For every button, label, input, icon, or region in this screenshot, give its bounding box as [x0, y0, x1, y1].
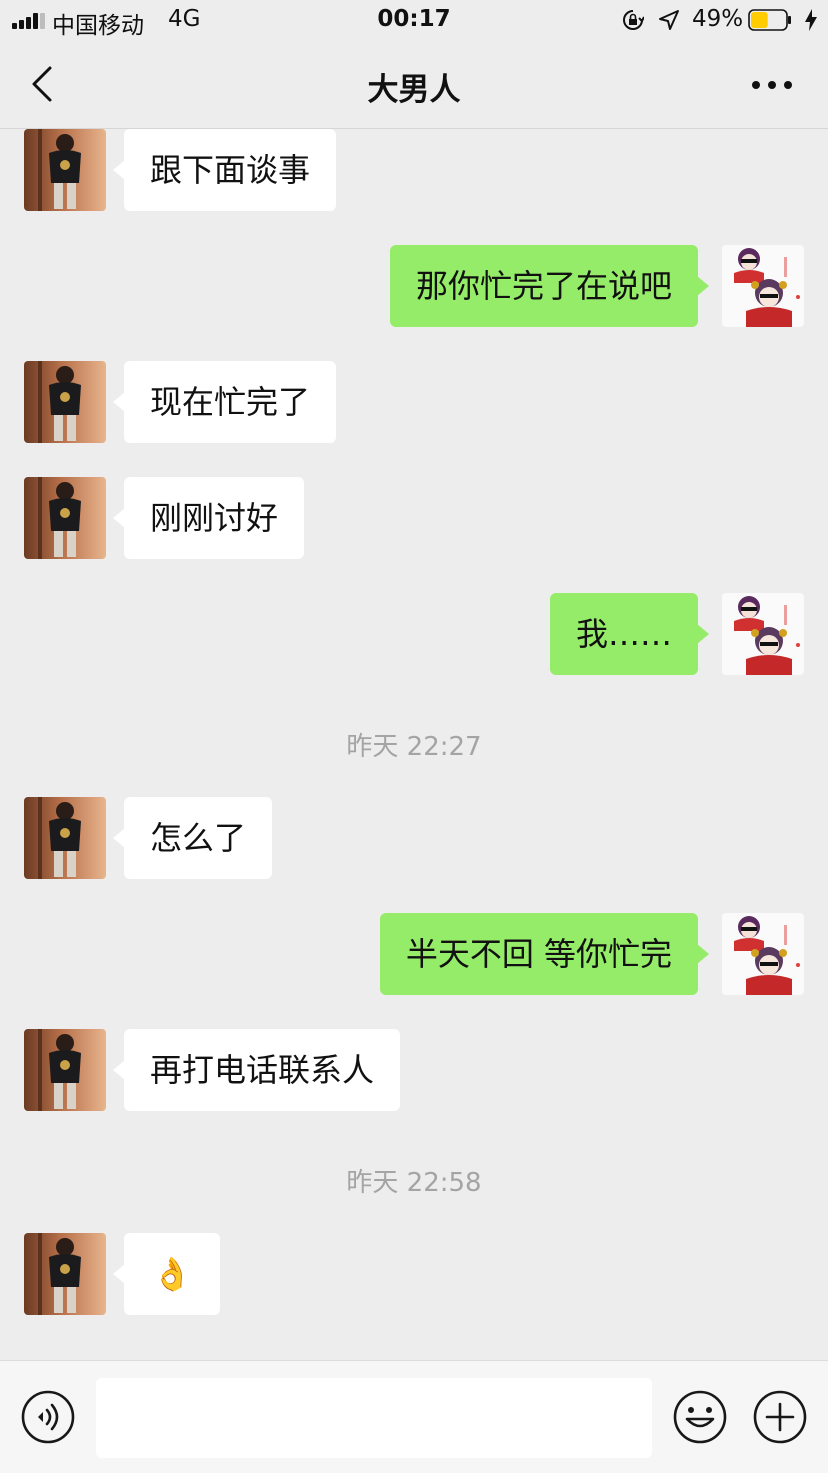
voice-icon[interactable]: [21, 1390, 75, 1444]
sent-message[interactable]: 我……: [549, 593, 710, 675]
contact-avatar[interactable]: [24, 797, 106, 879]
received-message[interactable]: 再打电话联系人: [112, 1029, 401, 1111]
contact-avatar[interactable]: [24, 129, 106, 211]
received-message[interactable]: 怎么了: [112, 797, 273, 879]
sent-message[interactable]: 半天不回 等你忙完: [379, 913, 710, 995]
battery-percent: 49%: [692, 6, 744, 32]
message-timestamp: 昨天 22:27: [346, 732, 482, 762]
my-avatar[interactable]: [722, 913, 804, 995]
received-message[interactable]: 刚刚讨好: [112, 477, 305, 559]
message-input[interactable]: [96, 1378, 652, 1458]
message-timestamp: 昨天 22:58: [346, 1168, 482, 1198]
emoji-icon[interactable]: [672, 1389, 728, 1445]
sent-message[interactable]: 那你忙完了在说吧: [389, 245, 710, 327]
location-icon: [659, 10, 679, 30]
chat-header: 大男人: [0, 42, 828, 129]
input-bar: [0, 1360, 828, 1473]
contact-avatar[interactable]: [24, 477, 106, 559]
chat-title: 大男人: [367, 72, 461, 108]
received-message[interactable]: 现在忙完了: [112, 361, 337, 443]
my-avatar[interactable]: [722, 245, 804, 327]
plus-icon[interactable]: [752, 1389, 808, 1445]
battery-icon: [748, 9, 791, 31]
contact-avatar[interactable]: [24, 1233, 106, 1315]
charging-icon: [805, 9, 817, 31]
contact-avatar[interactable]: [24, 1029, 106, 1111]
my-avatar[interactable]: [722, 593, 804, 675]
received-message[interactable]: 👌: [113, 1233, 220, 1315]
orientation-lock-icon: [623, 10, 644, 30]
received-message[interactable]: 跟下面谈事: [112, 129, 337, 211]
more-dots-icon[interactable]: [748, 72, 796, 98]
contact-avatar[interactable]: [24, 361, 106, 443]
status-bar: 中国移动 4G 00:17 49%: [0, 0, 828, 42]
